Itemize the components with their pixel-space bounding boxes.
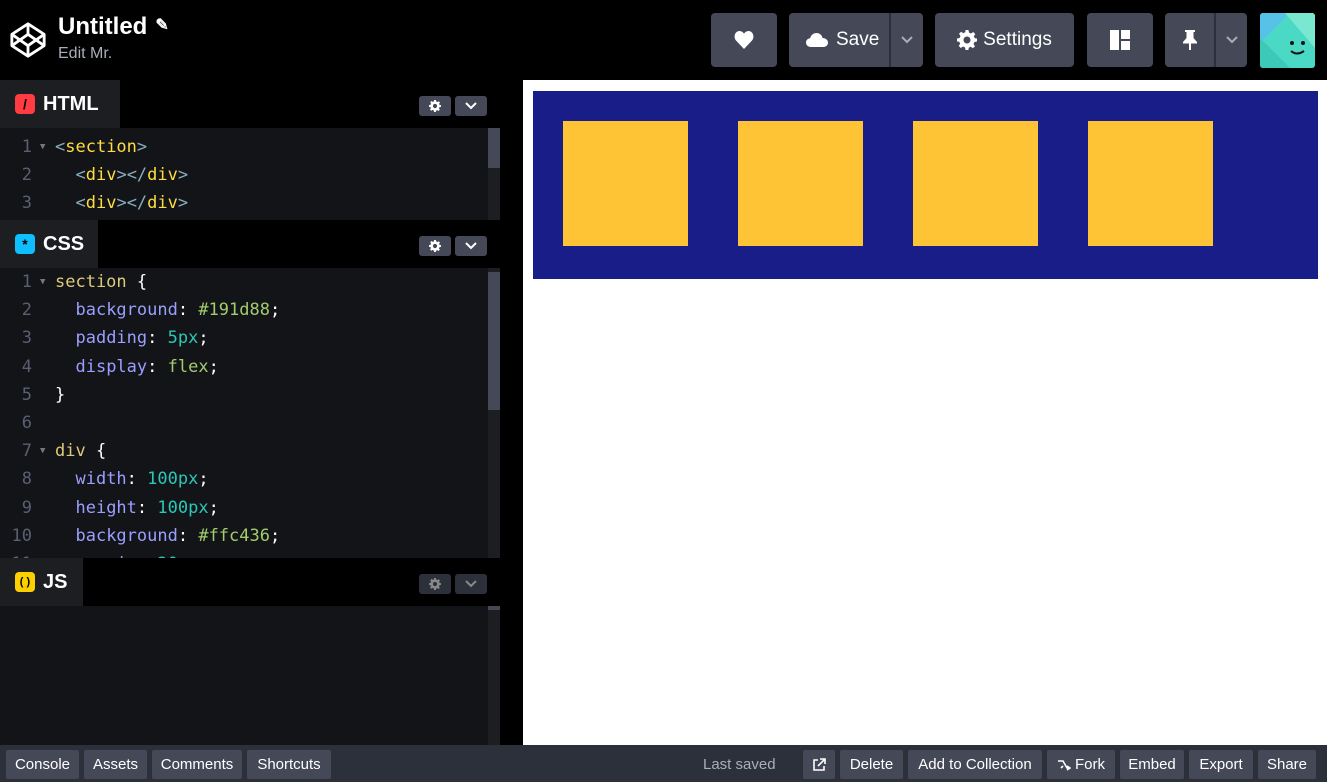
user-avatar[interactable]	[1260, 13, 1315, 68]
editor-column: / HTML 1 ▼ <section> 2 <div></div> 3 <div>…	[0, 80, 500, 745]
tab-css-label: CSS	[43, 232, 85, 255]
save-action[interactable]: Save	[806, 13, 890, 67]
result-preview	[523, 80, 1327, 745]
js-scrollbar[interactable]	[488, 606, 500, 745]
footer-bar: Console Assets Comments Shortcuts Last s…	[0, 745, 1327, 782]
layout-icon	[1110, 30, 1130, 50]
avatar-image	[1260, 13, 1315, 68]
pen-author[interactable]: Edit Mr.	[58, 45, 112, 63]
code-line: 11 margin: 20px;	[0, 550, 500, 558]
share-button[interactable]: Share	[1258, 750, 1316, 779]
last-saved-status: Last saved	[703, 756, 776, 773]
save-label: Save	[836, 29, 880, 50]
preview-box	[1088, 121, 1213, 246]
code-line: 10 background: #ffc436;	[11, 525, 281, 546]
fork-label: Fork	[1075, 756, 1105, 773]
html-icon: /	[15, 94, 35, 114]
code-line: 2 background: #191d88;	[21, 300, 281, 321]
code-line: 2 <div></div>	[21, 165, 189, 186]
chevron-down-icon	[901, 36, 913, 44]
code-line: 1 ▼ <section>	[21, 137, 148, 157]
pin-button[interactable]	[1165, 13, 1247, 67]
tab-css[interactable]: * CSS	[0, 220, 98, 268]
code-line: 4 display: flex;	[21, 356, 219, 377]
heart-icon	[734, 31, 754, 49]
delete-button[interactable]: Delete	[840, 750, 903, 779]
css-pane-header: * CSS	[0, 220, 500, 268]
js-pane-header: ( ) JS	[0, 558, 500, 606]
tab-js[interactable]: ( ) JS	[0, 558, 83, 606]
shortcuts-button[interactable]: Shortcuts	[247, 750, 331, 779]
js-settings-button[interactable]	[419, 574, 451, 594]
css-scrollbar[interactable]	[488, 268, 500, 558]
gear-icon	[429, 240, 441, 252]
chevron-down-icon	[465, 242, 477, 250]
top-header: Untitled ✎ Edit Mr. Save Settings	[0, 0, 1327, 80]
save-button[interactable]: Save	[789, 13, 923, 67]
settings-label: Settings	[983, 29, 1052, 50]
css-settings-button[interactable]	[419, 236, 451, 256]
pin-action[interactable]	[1165, 13, 1214, 67]
scroll-thumb[interactable]	[488, 128, 500, 168]
save-dropdown-toggle[interactable]	[891, 13, 923, 67]
code-line: 3 <div></div>	[21, 193, 189, 214]
export-button[interactable]: Export	[1189, 750, 1253, 779]
tab-html-label: HTML	[43, 92, 99, 115]
fork-icon	[1058, 759, 1071, 771]
preview-box	[563, 121, 688, 246]
add-to-collection-button[interactable]: Add to Collection	[908, 750, 1042, 779]
pen-title[interactable]: Untitled ✎	[58, 13, 169, 41]
gear-icon	[429, 100, 441, 112]
console-button[interactable]: Console	[6, 750, 79, 779]
pencil-icon[interactable]: ✎	[155, 15, 168, 35]
like-button[interactable]	[711, 13, 777, 67]
preview-box	[738, 121, 863, 246]
embed-button[interactable]: Embed	[1120, 750, 1184, 779]
gear-icon	[957, 30, 978, 50]
preview-box	[913, 121, 1038, 246]
html-collapse-button[interactable]	[455, 96, 487, 116]
code-line: 9 height: 100px;	[21, 497, 219, 518]
scroll-thumb[interactable]	[488, 272, 500, 410]
pen-title-text[interactable]: Untitled	[58, 13, 147, 41]
cloud-icon	[806, 33, 828, 47]
html-scrollbar[interactable]	[488, 128, 500, 220]
css-code-editor[interactable]: 1 ▼ section { 2 background: #191d88; 3 pad…	[0, 268, 500, 558]
js-collapse-button[interactable]	[455, 574, 487, 594]
comments-button[interactable]: Comments	[152, 750, 242, 779]
gear-icon	[429, 578, 441, 590]
codepen-logo-icon[interactable]	[9, 21, 47, 59]
js-icon: ( )	[15, 572, 35, 592]
chevron-down-icon	[465, 580, 477, 588]
code-line: 1 ▼ section {	[21, 272, 148, 292]
code-line: 6	[21, 412, 32, 433]
fork-button[interactable]: Fork	[1047, 750, 1115, 779]
html-settings-button[interactable]	[419, 96, 451, 116]
code-line: 8 width: 100px;	[21, 469, 209, 490]
chevron-down-icon	[465, 102, 477, 110]
html-pane-header: / HTML	[0, 80, 500, 128]
html-code-editor[interactable]: 1 ▼ <section> 2 <div></div> 3 <div></div>	[0, 128, 500, 220]
external-link-icon	[813, 757, 826, 771]
code-line: 7 ▼ div {	[21, 441, 107, 462]
code-line: 5}	[21, 384, 66, 405]
preview-section	[533, 91, 1318, 279]
tab-js-label: JS	[43, 570, 68, 593]
pane-resizer[interactable]	[500, 80, 523, 745]
pin-icon	[1182, 30, 1197, 50]
scroll-thumb[interactable]	[488, 606, 500, 610]
chevron-down-icon	[1225, 36, 1238, 44]
pin-dropdown-toggle[interactable]	[1216, 13, 1247, 67]
css-collapse-button[interactable]	[455, 236, 487, 256]
change-view-button[interactable]	[1087, 13, 1153, 67]
open-external-button[interactable]	[803, 750, 835, 779]
css-icon: *	[15, 234, 35, 254]
js-code-editor[interactable]	[0, 606, 500, 745]
assets-button[interactable]: Assets	[84, 750, 147, 779]
tab-html[interactable]: / HTML	[0, 80, 120, 128]
code-line: 3 padding: 5px;	[21, 328, 209, 349]
settings-button[interactable]: Settings	[935, 13, 1074, 67]
